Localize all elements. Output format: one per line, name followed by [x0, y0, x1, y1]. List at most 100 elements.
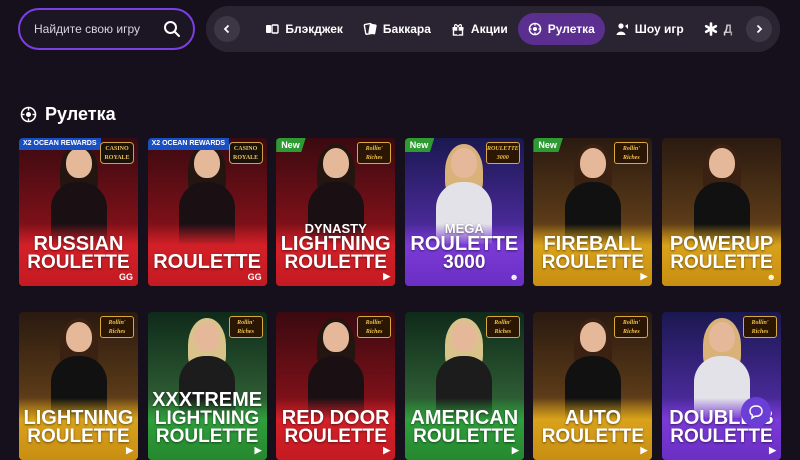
game-title: FIREBALL ROULETTE: [533, 234, 652, 273]
show-icon: [616, 23, 628, 35]
game-card[interactable]: DYNASTY LIGHTNING ROULETTE New Rollin' Riche…: [276, 138, 396, 286]
provider-logo: ▶: [640, 445, 648, 455]
nav-track: й Блэкджек Баккара Акции Рулетка Шоу игр: [230, 6, 742, 52]
game-card[interactable]: FIREBALL ROULETTE New Rollin' Riches ▶: [533, 138, 653, 286]
dealer-head: [579, 148, 606, 178]
game-title-line2: ROULETTE: [413, 425, 516, 447]
provider-logo: ▶: [769, 445, 776, 455]
category-nav: й Блэкджек Баккара Акции Рулетка Шоу игр: [206, 6, 780, 52]
game-card[interactable]: AMERICAN ROULETTE Rollin' Riches ▶: [404, 312, 524, 460]
game-card[interactable]: ROULETTE X2 OCEAN REWARDS CASINO ROYALE GG: [147, 138, 267, 286]
promo-badge: X2 OCEAN REWARDS: [19, 138, 101, 150]
tab-label: Блэкджек: [285, 22, 343, 36]
tab-promotions[interactable]: Акции: [441, 13, 518, 45]
provider-logo: ☻: [509, 272, 519, 282]
game-title-line2: ROULETTE: [27, 425, 130, 447]
tab-label: Акции: [470, 22, 508, 36]
game-title-line2: 3000: [443, 251, 486, 273]
game-title-line2: ROULETTE: [670, 251, 773, 273]
studio-logo: Rollin' Riches: [485, 316, 520, 338]
dealer-head: [708, 322, 735, 352]
game-title-line1: ROULETTE: [153, 251, 261, 273]
game-title-line2: ROULETTE: [541, 251, 645, 273]
game-title-line2: ROULETTE: [284, 251, 387, 273]
section-title-label: Рулетка: [45, 104, 116, 124]
studio-logo: Rollin' Riches: [357, 142, 392, 164]
game-card[interactable]: LIGHTNING ROULETTE Rollin' Riches ▶: [19, 312, 138, 460]
dealer-head: [451, 322, 478, 352]
studio-logo: CASINO ROYALE: [100, 142, 134, 164]
roulette-icon: [528, 22, 542, 36]
game-title: MEGA ROULETTE 3000: [405, 221, 524, 273]
chat-button[interactable]: [741, 397, 771, 427]
tab-label: Шоу игр: [634, 22, 684, 36]
roulette-icon: [20, 106, 37, 123]
provider-logo: ▶: [126, 445, 133, 455]
top-bar: й Блэкджек Баккара Акции Рулетка Шоу игр: [0, 0, 800, 60]
blackjack-icon: [266, 24, 280, 34]
game-card[interactable]: RUSSIAN ROULETTE X2 OCEAN REWARDS CASINO RO…: [19, 138, 138, 286]
new-badge: New: [533, 138, 563, 152]
provider-logo: GG: [118, 272, 133, 282]
studio-logo: Rollin' Riches: [228, 316, 263, 338]
game-card[interactable]: AUTO ROULETTE Rollin' Riches ▶: [533, 312, 653, 460]
dealer-head: [65, 148, 92, 178]
nav-prev-button[interactable]: [214, 16, 240, 42]
dealer-head: [451, 148, 478, 178]
asterisk-icon: [704, 22, 717, 36]
dealer-head: [194, 148, 221, 178]
studio-logo: Rollin' Riches: [614, 142, 649, 164]
game-card[interactable]: MEGA ROULETTE 3000 New ROULETTE 3000 ☻: [404, 138, 524, 286]
baccarat-icon: [363, 22, 377, 35]
new-badge: New: [276, 138, 306, 152]
new-badge: New: [404, 138, 435, 152]
tab-baccarat[interactable]: Баккара: [353, 13, 441, 45]
tab-roulette[interactable]: Рулетка: [517, 13, 605, 45]
game-title: ROULETTE: [148, 251, 267, 273]
studio-logo: Rollin' Riches: [100, 316, 134, 338]
search-box[interactable]: [18, 8, 195, 50]
game-card[interactable]: RED DOOR ROULETTE Rollin' Riches ▶: [276, 312, 396, 460]
game-card[interactable]: XXXTREME LIGHTNING ROULETTE Rollin' Riches…: [147, 312, 267, 460]
game-title: AUTO ROULETTE: [533, 408, 652, 447]
search-icon[interactable]: [163, 20, 181, 38]
game-title: XXXTREME LIGHTNING ROULETTE: [148, 390, 267, 447]
game-card[interactable]: POWERUP ROULETTE ☻: [662, 138, 781, 286]
dealer-head: [322, 148, 349, 178]
game-title-line2: LIGHTNING ROULETTE: [154, 407, 260, 447]
game-title: RED DOOR ROULETTE: [276, 408, 395, 447]
provider-logo: ▶: [254, 445, 262, 455]
section-title: Рулетка: [20, 104, 116, 125]
studio-logo: ROULETTE 3000: [485, 142, 520, 164]
studio-logo: CASINO ROYALE: [228, 142, 263, 164]
dealer-head: [194, 322, 221, 352]
tab-game-shows[interactable]: Шоу игр: [605, 13, 694, 45]
game-title-line2: ROULETTE: [541, 425, 645, 447]
dealer-head: [65, 322, 92, 352]
chevron-left-icon: [223, 24, 230, 34]
game-title: AMERICAN ROULETTE: [405, 408, 524, 447]
chat-icon: [749, 405, 763, 420]
nav-next-button[interactable]: [746, 16, 772, 42]
game-title-line2: ROULETTE: [670, 425, 773, 447]
chevron-right-icon: [756, 24, 763, 34]
provider-logo: ▶: [383, 271, 391, 281]
dealer-head: [579, 322, 606, 352]
tab-blackjack[interactable]: Блэкджек: [255, 13, 353, 45]
studio-logo: Rollin' Riches: [743, 316, 777, 338]
dealer-head: [322, 322, 349, 352]
game-title-line2: ROULETTE: [284, 425, 387, 447]
dealer-head: [708, 148, 735, 178]
provider-logo: ▶: [383, 445, 391, 455]
provider-logo: ▶: [640, 271, 648, 281]
game-title: RUSSIAN ROULETTE: [19, 234, 138, 273]
provider-logo: ▶: [511, 445, 519, 455]
tab-label: Баккара: [382, 22, 431, 36]
provider-logo: ☻: [766, 272, 776, 282]
game-title: POWERUP ROULETTE: [662, 234, 781, 273]
game-title-line2: ROULETTE: [27, 251, 130, 273]
game-title: LIGHTNING ROULETTE: [19, 408, 138, 447]
search-input[interactable]: [34, 22, 162, 36]
game-card[interactable]: DOUBLE B ROULETTE Rollin' Riches ▶: [662, 312, 781, 460]
tab-label: Рулетка: [547, 22, 595, 36]
